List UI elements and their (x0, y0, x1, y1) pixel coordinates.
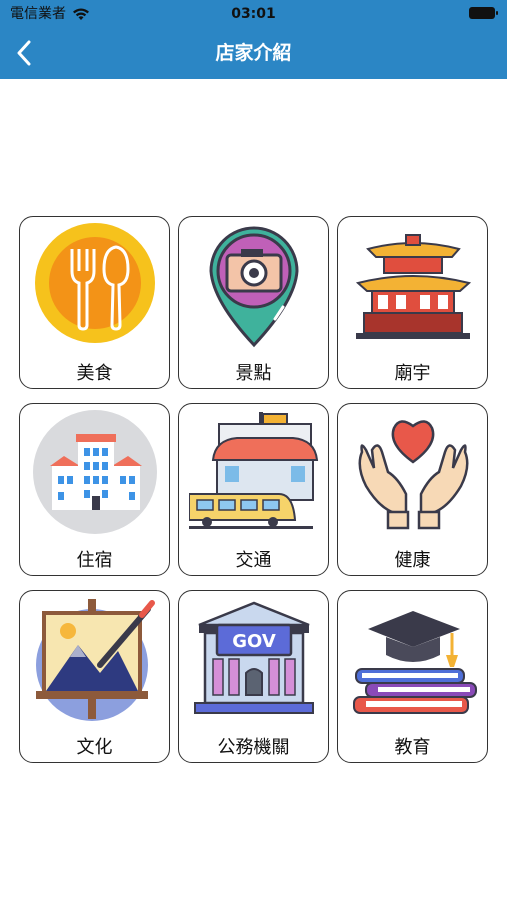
category-label: 教育 (394, 737, 431, 758)
camera-pin-icon (209, 226, 299, 348)
navigation-bar: 店家介紹 (0, 28, 507, 79)
hands-heart-icon (358, 420, 469, 530)
category-tile-culture[interactable]: 文化 (19, 590, 170, 763)
battery-icon (469, 7, 498, 19)
gov-building-icon: GOV (194, 601, 314, 714)
svg-text:GOV: GOV (232, 631, 276, 652)
category-label: 廟宇 (394, 363, 431, 384)
train-station-icon (189, 412, 319, 529)
category-label: 公務機關 (217, 737, 290, 758)
category-tile-lodging[interactable]: 住宿 (19, 403, 170, 576)
category-tile-temples[interactable]: 廟宇 (337, 216, 488, 389)
category-tile-transportation[interactable]: 交通 (178, 403, 329, 576)
category-label: 住宿 (76, 550, 113, 571)
graduation-books-icon (353, 611, 477, 714)
page-title: 店家介紹 (215, 42, 292, 64)
category-label: 交通 (235, 550, 272, 571)
status-bar: 電信業者 03:01 (0, 0, 507, 28)
fork-spoon-icon (35, 223, 155, 343)
category-tile-education[interactable]: 教育 (337, 590, 488, 763)
category-label: 文化 (76, 737, 113, 758)
category-tile-health[interactable]: 健康 (337, 403, 488, 576)
category-label: 美食 (76, 363, 113, 384)
category-label: 健康 (394, 550, 431, 571)
category-tile-food[interactable]: 美食 (19, 216, 170, 389)
temple-icon (355, 234, 472, 339)
category-grid: 美食 景點 廟宇 住宿 交通 健康 文化 GOV 公務機關 教育 (19, 216, 489, 763)
category-tile-government[interactable]: GOV 公務機關 (178, 590, 329, 763)
status-time: 03:01 (231, 6, 276, 22)
app-header: 電信業者 03:01 店家介紹 (0, 0, 507, 79)
category-label: 景點 (235, 363, 272, 384)
category-tile-attractions[interactable]: 景點 (178, 216, 329, 389)
hotel-icon (33, 410, 157, 534)
painting-easel-icon (36, 599, 155, 721)
